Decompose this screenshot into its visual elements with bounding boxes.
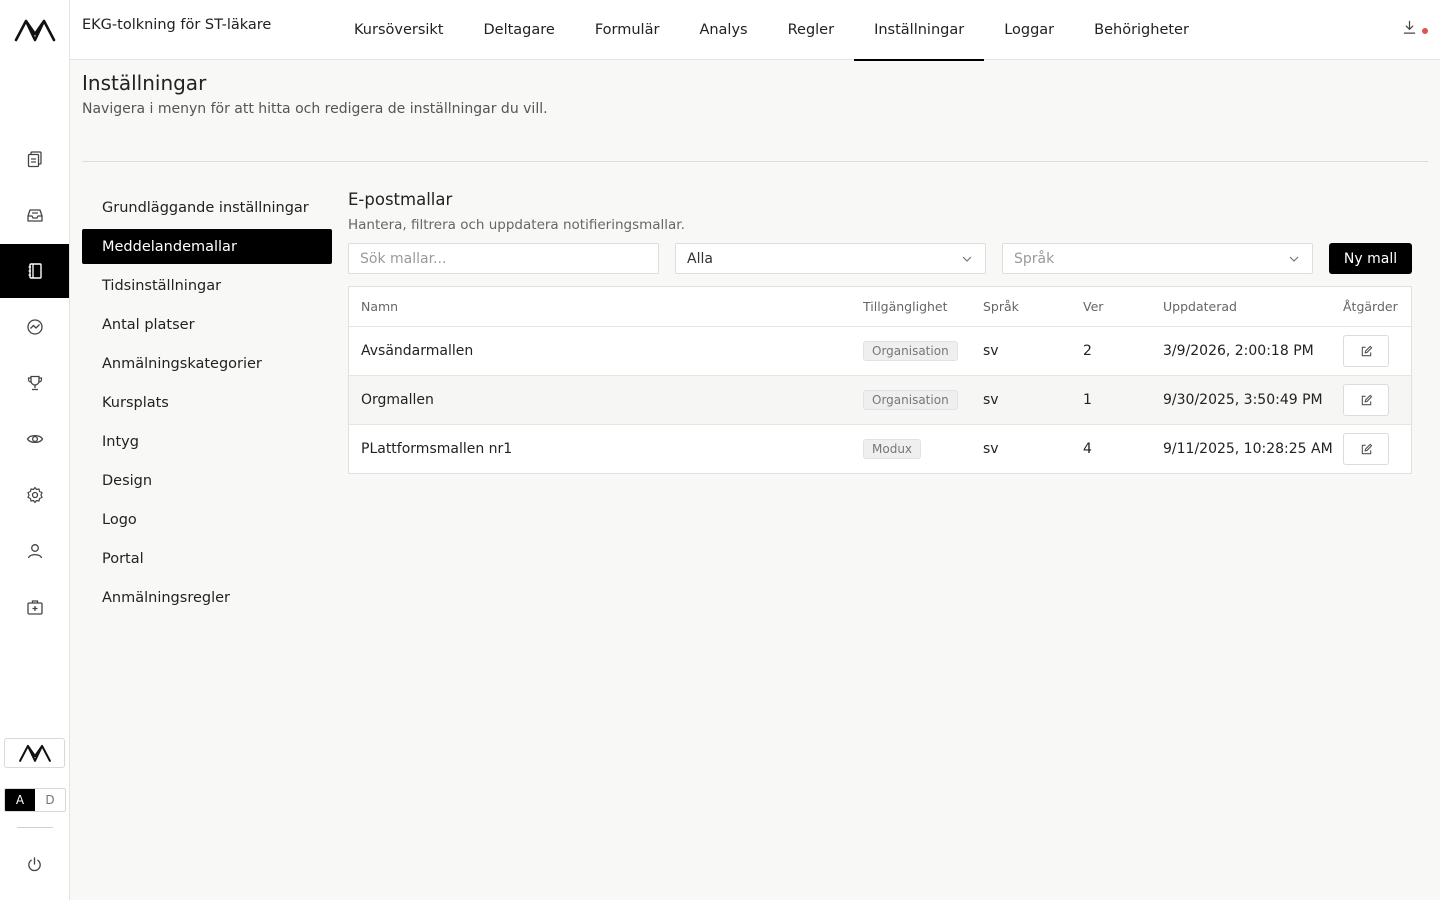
tab-regler[interactable]: Regler xyxy=(768,0,854,60)
divider xyxy=(82,161,1428,162)
menu-item-tidsinstallningar[interactable]: Tidsinställningar xyxy=(82,268,332,303)
settings-menu: Grundläggande inställningar Meddelandema… xyxy=(82,190,332,619)
menu-item-design[interactable]: Design xyxy=(82,463,332,498)
menu-item-anmalningsregler[interactable]: Anmälningsregler xyxy=(82,580,332,615)
column-header-updated[interactable]: Uppdaterad xyxy=(1163,299,1237,314)
mode-toggle[interactable]: A D xyxy=(4,788,66,812)
language-select-placeholder: Språk xyxy=(1014,250,1055,267)
mode-toggle-d[interactable]: D xyxy=(35,789,65,811)
availability-badge: Organisation xyxy=(863,390,958,410)
menu-item-logo[interactable]: Logo xyxy=(82,502,332,537)
template-updated: 9/30/2025, 3:50:49 PM xyxy=(1163,392,1323,408)
column-header-actions: Åtgärder xyxy=(1343,299,1398,314)
left-rail: A D xyxy=(0,0,70,900)
notebook-icon[interactable] xyxy=(0,244,69,298)
tab-formular[interactable]: Formulär xyxy=(575,0,680,60)
top-bar: EKG-tolkning för ST-läkare Kursöversikt … xyxy=(70,0,1440,61)
template-version: 1 xyxy=(1083,392,1092,408)
eye-icon[interactable] xyxy=(0,412,69,466)
menu-item-kursplats[interactable]: Kursplats xyxy=(82,385,332,420)
trophy-icon[interactable] xyxy=(0,356,69,410)
copy-icon[interactable] xyxy=(0,132,69,186)
edit-icon xyxy=(1361,345,1372,356)
table-row[interactable]: Avsändarmallen Organisation sv 2 3/9/202… xyxy=(349,327,1411,376)
availability-badge: Organisation xyxy=(863,341,958,361)
edit-icon xyxy=(1361,443,1372,454)
brand-logo-icon xyxy=(4,738,65,768)
page-subtitle: Navigera i menyn för att hitta och redig… xyxy=(82,101,548,117)
download-icon xyxy=(1403,20,1416,34)
menu-item-intyg[interactable]: Intyg xyxy=(82,424,332,459)
menu-item-portal[interactable]: Portal xyxy=(82,541,332,576)
template-version: 4 xyxy=(1083,441,1092,457)
new-template-button[interactable]: Ny mall xyxy=(1329,243,1412,274)
search-input[interactable]: Sök mallar... xyxy=(348,243,659,274)
column-header-version[interactable]: Ver xyxy=(1083,299,1103,314)
tab-behorigheter[interactable]: Behörigheter xyxy=(1074,0,1209,60)
menu-item-grundlaggande[interactable]: Grundläggande inställningar xyxy=(82,190,332,225)
language-select[interactable]: Språk xyxy=(1002,243,1313,274)
chart-icon[interactable] xyxy=(0,300,69,354)
column-header-availability[interactable]: Tillgänglighet xyxy=(863,299,948,314)
user-icon[interactable] xyxy=(0,524,69,578)
logo-icon[interactable] xyxy=(14,16,56,44)
tab-deltagare[interactable]: Deltagare xyxy=(464,0,575,60)
section-title: E-postmallar xyxy=(348,190,453,209)
template-updated: 3/9/2026, 2:00:18 PM xyxy=(1163,343,1314,359)
medical-kit-icon[interactable] xyxy=(0,580,69,634)
availability-badge: Modux xyxy=(863,439,922,459)
template-language: sv xyxy=(983,441,999,457)
menu-item-meddelandemallar[interactable]: Meddelandemallar xyxy=(82,229,332,264)
main-tabs: Kursöversikt Deltagare Formulär Analys R… xyxy=(334,0,1209,61)
notification-dot xyxy=(1422,28,1428,34)
template-name: PLattformsmallen nr1 xyxy=(361,441,513,457)
mode-toggle-a[interactable]: A xyxy=(5,789,35,811)
tab-installningar[interactable]: Inställningar xyxy=(854,0,985,61)
table-header: Namn Tillgänglighet Språk Ver Uppdaterad… xyxy=(349,287,1411,327)
tab-kursoversikt[interactable]: Kursöversikt xyxy=(334,0,464,60)
tab-analys[interactable]: Analys xyxy=(679,0,767,60)
section-subtitle: Hantera, filtrera och uppdatera notifier… xyxy=(348,217,685,233)
gear-icon[interactable] xyxy=(0,468,69,522)
column-header-name[interactable]: Namn xyxy=(361,299,398,314)
menu-item-antal-platser[interactable]: Antal platser xyxy=(82,307,332,342)
template-language: sv xyxy=(983,343,999,359)
rail-divider xyxy=(17,827,53,828)
table-row[interactable]: Orgmallen Organisation sv 1 9/30/2025, 3… xyxy=(349,376,1411,425)
menu-item-anmalningskategorier[interactable]: Anmälningskategorier xyxy=(82,346,332,381)
templates-table: Namn Tillgänglighet Språk Ver Uppdaterad… xyxy=(348,286,1412,474)
template-name: Orgmallen xyxy=(361,392,434,408)
template-name: Avsändarmallen xyxy=(361,343,474,359)
availability-select[interactable]: Alla xyxy=(675,243,986,274)
edit-button[interactable] xyxy=(1343,384,1389,416)
tab-loggar[interactable]: Loggar xyxy=(984,0,1074,60)
chevron-down-icon xyxy=(962,256,972,262)
power-icon[interactable] xyxy=(0,837,69,891)
table-row[interactable]: PLattformsmallen nr1 Modux sv 4 9/11/202… xyxy=(349,425,1411,473)
template-version: 2 xyxy=(1083,343,1092,359)
chevron-down-icon xyxy=(1289,256,1299,262)
template-updated: 9/11/2025, 10:28:25 AM xyxy=(1163,441,1333,457)
column-header-language[interactable]: Språk xyxy=(983,299,1019,314)
course-title: EKG-tolkning för ST-läkare xyxy=(82,17,272,33)
download-button[interactable] xyxy=(1402,20,1428,40)
inbox-icon[interactable] xyxy=(0,188,69,242)
availability-select-value: Alla xyxy=(687,250,713,267)
page-title: Inställningar xyxy=(82,71,207,95)
edit-icon xyxy=(1361,394,1372,405)
edit-button[interactable] xyxy=(1343,335,1389,367)
template-language: sv xyxy=(983,392,999,408)
edit-button[interactable] xyxy=(1343,433,1389,465)
